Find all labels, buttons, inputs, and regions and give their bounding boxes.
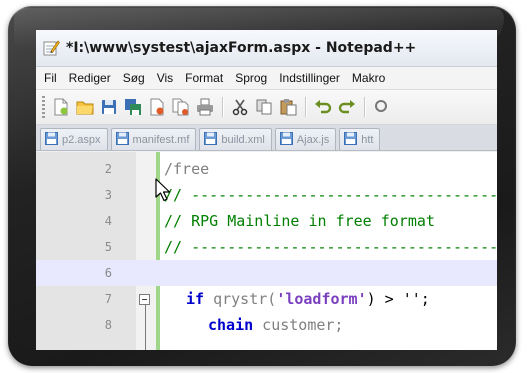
cut-icon[interactable] — [229, 96, 251, 118]
notepadpp-app-icon — [42, 39, 60, 57]
save-all-icon[interactable] — [122, 96, 144, 118]
tab-p2-aspx[interactable]: p2.aspx — [40, 128, 108, 150]
close-file-icon[interactable] — [146, 96, 168, 118]
tab-manifest-mf[interactable]: manifest.mf — [110, 128, 197, 150]
line-text: // ---------------------------------- — [164, 186, 497, 204]
menu-bar: Fil Rediger Søg Vis Format Sprog Indstil… — [36, 67, 497, 90]
tab-label: htt — [361, 133, 374, 146]
notepadpp-window: *I:\www\systest\ajaxForm.aspx - Notepad+… — [36, 30, 497, 350]
disk-icon — [344, 130, 358, 149]
open-folder-icon[interactable] — [74, 96, 96, 118]
disk-icon — [115, 130, 129, 149]
close-all-icon[interactable] — [170, 96, 192, 118]
code-fragment: qrystr( — [204, 290, 277, 308]
fold-guide-line — [145, 305, 146, 350]
code-line[interactable]: 3 // ---------------------------------- — [36, 182, 497, 208]
menu-item-fil[interactable]: Fil — [36, 67, 63, 89]
title-bar: *I:\www\systest\ajaxForm.aspx - Notepad+… — [36, 30, 497, 67]
toolbar-separator — [305, 97, 306, 117]
tab-ajax-js[interactable]: Ajax.js — [274, 128, 337, 150]
menu-item-format[interactable]: Format — [179, 67, 229, 89]
disk-icon — [204, 130, 218, 149]
mouse-pointer-icon — [155, 178, 173, 202]
menu-item-vis[interactable]: Vis — [151, 67, 179, 89]
fold-collapse-icon[interactable] — [139, 294, 150, 305]
code-line[interactable]: 2 /free — [36, 156, 497, 182]
find-icon[interactable] — [371, 96, 393, 118]
code-line[interactable]: 7 if qrystr('loadform') > ''; — [36, 286, 497, 312]
copy-icon[interactable] — [253, 96, 275, 118]
toolbar — [36, 90, 497, 125]
tab-label: p2.aspx — [62, 133, 101, 146]
tab-label: manifest.mf — [132, 133, 190, 146]
line-number: 3 — [104, 188, 112, 202]
new-file-icon[interactable] — [50, 96, 72, 118]
tab-label: Ajax.js — [296, 133, 330, 146]
keyword: chain — [208, 316, 254, 334]
line-number: 4 — [104, 214, 112, 228]
line-number: 6 — [104, 266, 112, 280]
menu-item-sprog[interactable]: Sprog — [229, 67, 273, 89]
line-text: if qrystr('loadform') > ''; — [186, 286, 430, 312]
disk-icon — [45, 130, 58, 149]
menu-item-indstillinger[interactable]: Indstillinger — [273, 67, 346, 89]
line-text: chain customer; — [208, 312, 343, 338]
paste-icon[interactable] — [277, 96, 299, 118]
code-line[interactable]: 4 // RPG Mainline in free format — [36, 208, 497, 234]
code-line[interactable]: 8 chain customer; — [36, 312, 497, 338]
menu-item-sog[interactable]: Søg — [117, 67, 151, 89]
print-icon[interactable] — [194, 96, 216, 118]
tab-htt[interactable]: htt — [339, 128, 381, 150]
tab-build-xml[interactable]: build.xml — [199, 128, 272, 150]
keyword: if — [186, 290, 205, 308]
current-code-line[interactable]: 6 — [36, 260, 497, 286]
document-tab-bar: p2.aspx manifest.mf build.xml Ajax.js ht… — [36, 125, 497, 151]
disk-icon — [279, 130, 293, 149]
save-icon[interactable] — [98, 96, 120, 118]
line-number: 7 — [104, 292, 112, 306]
line-text: // RPG Mainline in free format — [164, 212, 435, 230]
line-number: 2 — [104, 162, 112, 176]
code-fragment: customer; — [253, 316, 344, 334]
string-literal: 'loadform' — [276, 290, 367, 308]
code-editor[interactable]: 2 /free 3 // ---------------------------… — [36, 152, 497, 350]
menu-item-makro[interactable]: Makro — [346, 67, 391, 89]
line-number: 5 — [104, 240, 112, 254]
code-fragment: ) > ''; — [366, 290, 430, 308]
window-title: *I:\www\systest\ajaxForm.aspx - Notepad+… — [66, 40, 417, 56]
code-line[interactable]: 5 // ---------------------------------- — [36, 234, 497, 260]
tab-label: build.xml — [221, 133, 265, 146]
menu-item-rediger[interactable]: Rediger — [63, 67, 117, 89]
toolbar-separator — [364, 97, 365, 117]
redo-icon[interactable] — [336, 96, 358, 118]
undo-icon[interactable] — [312, 96, 334, 118]
line-text: // ---------------------------------- — [164, 238, 497, 256]
toolbar-grip[interactable] — [42, 96, 45, 118]
toolbar-separator — [222, 97, 223, 117]
line-number: 8 — [104, 318, 112, 332]
